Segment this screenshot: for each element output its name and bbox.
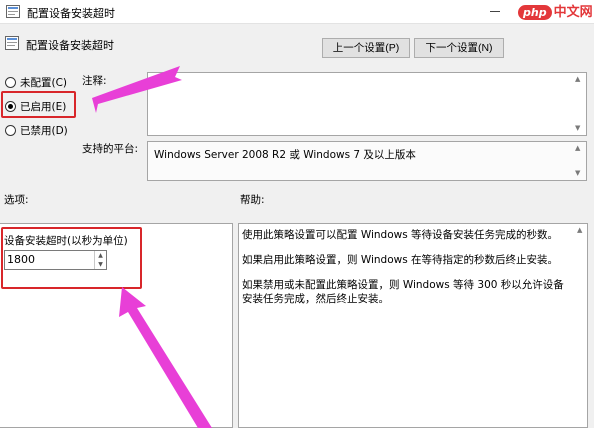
scroll-up-icon[interactable]: ▲ [575,76,580,83]
setting-title: 配置设备安装超时 [26,39,114,52]
highlight-box-enabled [1,91,76,118]
options-label: 选项: [4,194,29,206]
scroll-down-icon[interactable]: ▼ [575,170,580,177]
window-title: 配置设备安装超时 [27,7,115,20]
platform-label: 支持的平台: [82,143,139,155]
help-pane: 使用此策略设置可以配置 Windows 等待设备安装任务完成的秒数。 如果启用此… [238,223,588,428]
next-setting-button[interactable]: 下一个设置(N) [414,38,504,58]
minimize-button[interactable] [490,11,500,12]
radio-not-configured[interactable]: 未配置(C) [5,74,67,90]
radio-circle[interactable] [5,124,16,136]
help-paragraph: 使用此策略设置可以配置 Windows 等待设备安装任务完成的秒数。 [242,229,559,241]
help-paragraph: 如果禁用或未配置此策略设置，则 Windows 等待 300 秒以允许设备安装任… [242,279,564,305]
help-scrollbar[interactable]: ▲ [575,224,587,427]
platform-value: Windows Server 2008 R2 或 Windows 7 及以上版本 [154,149,416,161]
radio-disabled[interactable]: 已禁用(D) [5,122,68,138]
comment-label: 注释: [82,75,107,87]
help-label: 帮助: [240,194,265,206]
platform-field: Windows Server 2008 R2 或 Windows 7 及以上版本… [147,141,587,181]
radio-label: 已禁用(D) [20,124,68,137]
title-bar: 配置设备安装超时 php 中文网 [0,0,594,24]
setting-icon [5,36,19,50]
scroll-down-icon[interactable]: ▼ [575,125,580,132]
radio-circle[interactable] [5,76,16,88]
scroll-up-icon[interactable]: ▲ [577,227,582,234]
platform-scrollbar[interactable]: ▲ ▼ [573,142,586,180]
highlight-box-timeout [1,227,142,289]
radio-label: 未配置(C) [20,76,68,89]
scroll-up-icon[interactable]: ▲ [575,145,580,152]
help-paragraph: 如果启用此策略设置，则 Windows 在等待指定的秒数后终止安装。 [242,254,559,266]
php-cn-watermark: php 中文网 [518,1,593,21]
comment-scrollbar[interactable]: ▲ ▼ [573,73,586,135]
previous-setting-button[interactable]: 上一个设置(P) [322,38,410,58]
policy-window-icon [6,5,20,18]
comment-textarea[interactable]: ▲ ▼ [147,72,587,136]
